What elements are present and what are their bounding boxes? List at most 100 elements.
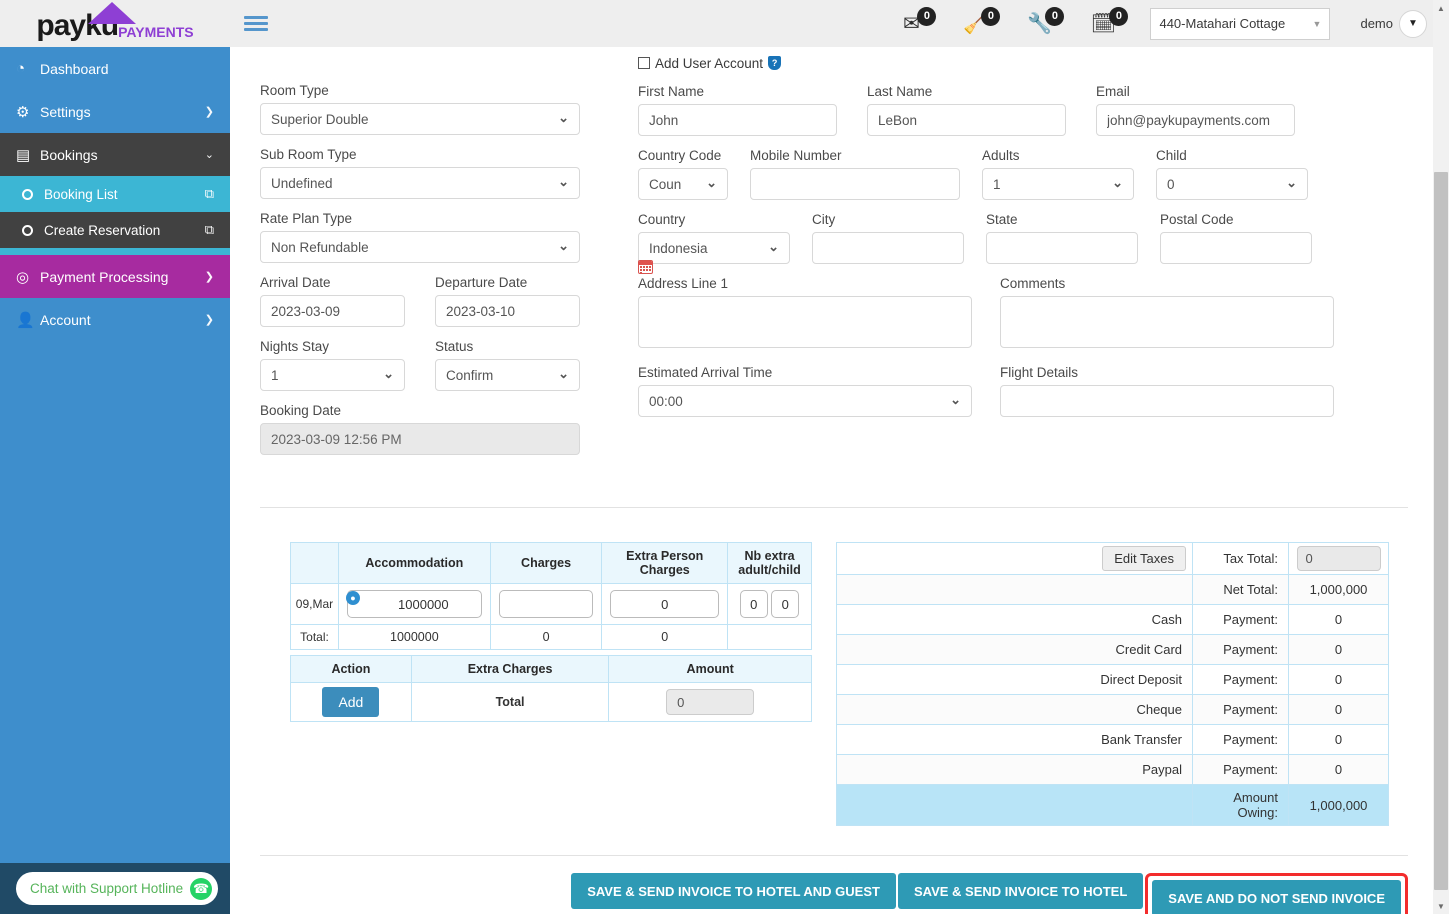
payment-value-cash: 0 [1288,604,1389,635]
calendar-icon [638,260,653,274]
sidebar-item-bookings[interactable]: ▤ Bookings ⌄ [0,133,230,176]
estimated-arrival-time-select[interactable] [638,385,972,417]
payment-label-paypal: Payment: [1192,754,1289,785]
country-code-select[interactable] [638,168,728,200]
sidebar-item-settings[interactable]: ⚙ Settings ❯ [0,90,230,133]
postal-code-label: Postal Code [1160,212,1234,227]
field-departure-date: Departure Date [435,275,580,327]
section-divider [260,507,1408,508]
field-status: Status ⌄ [435,339,580,391]
acc-col-nb-extra: Nb extra adult/child [727,542,812,584]
adults-select[interactable] [982,168,1134,200]
nb-extra-child-input[interactable] [771,590,800,618]
booking-details-column: Room Type ⌄ Sub Room Type ⌄ Rate Plan Ty… [260,47,580,467]
brand-triangle-icon [88,2,136,24]
info-icon[interactable]: ● [345,591,360,605]
save-send-invoice-hotel-and-guest-button[interactable]: SAVE & SEND INVOICE TO HOTEL AND GUEST [571,873,896,909]
field-mobile-number: Mobile Number [750,148,960,200]
field-rate-plan-type: Rate Plan Type ⌄ [260,211,580,263]
help-icon[interactable]: ? [768,56,782,70]
rate-plan-type-select[interactable] [260,231,580,263]
accommodation-table-header-row: Accommodation Charges Extra Person Charg… [290,542,812,584]
sidebar-item-dashboard[interactable]: ◔ Dashboard [0,47,230,90]
sidebar-item-account[interactable]: 👤 Account ❯ [0,298,230,341]
chat-support-button[interactable]: Chat with Support Hotline ☎ [16,872,219,905]
child-select[interactable] [1156,168,1308,200]
save-and-do-not-send-invoice-button[interactable]: SAVE AND DO NOT SEND INVOICE [1152,880,1401,914]
hamburger-icon[interactable] [244,13,268,35]
nights-stay-select[interactable] [260,359,405,391]
hotel-selector[interactable]: 440-Matahari Cottage ▼ [1150,7,1331,40]
extra-person-charges-input[interactable] [610,590,720,618]
comments-textarea[interactable] [1000,296,1334,348]
sidebar-item-payment-processing[interactable]: ◎ Payment Processing ❯ [0,255,230,298]
payment-value-direct-deposit: 0 [1288,664,1389,695]
person-icon: 👤 [16,311,35,329]
city-input[interactable] [812,232,964,264]
last-name-input[interactable] [867,104,1066,136]
field-comments: Comments [1000,276,1334,353]
accommodation-section: Accommodation Charges Extra Person Charg… [290,542,812,722]
postal-code-input[interactable] [1160,232,1312,264]
sidebar-item-booking-list[interactable]: Booking List ⧉ [0,176,230,212]
room-type-select[interactable] [260,103,580,135]
extra-amount-value: 0 [666,689,755,715]
brand-suffix: PAYMENTS [118,24,194,40]
payment-method-direct-deposit: Direct Deposit [836,664,1193,695]
first-name-input[interactable] [638,104,837,136]
acc-col-accommodation: Accommodation [337,542,491,584]
save-send-invoice-hotel-button[interactable]: SAVE & SEND INVOICE TO HOTEL [897,873,1144,909]
address-line-1-textarea[interactable] [638,296,972,348]
state-input[interactable] [986,232,1138,264]
tax-total-label: Tax Total: [1192,542,1289,575]
speedometer-icon: ◔ [16,60,26,77]
address-comments-row: Address Line 1 Comments [638,260,1353,353]
add-user-account-checkbox[interactable] [638,57,650,69]
field-arrival-date: Arrival Date [260,275,405,327]
add-extra-charge-button[interactable]: Add [322,687,380,717]
flight-details-input[interactable] [1000,385,1334,417]
housekeeping-icon[interactable]: 🧹 0 [958,6,1001,39]
accommodation-input[interactable] [346,590,482,618]
field-country: Country ⌄ [638,212,790,264]
arrival-date-input[interactable] [260,295,405,327]
status-label: Status [435,339,474,354]
field-room-type: Room Type ⌄ [260,83,580,135]
booking-date-label: Booking Date [260,403,342,418]
page-scrollbar[interactable]: ▲ ▼ [1433,0,1449,914]
calendar-icon[interactable]: 🗓 0 [1086,6,1129,39]
chevron-down-icon[interactable]: ▼ [1399,9,1427,38]
mobile-number-input[interactable] [750,168,960,200]
comments-label: Comments [1000,276,1066,291]
scrollbar-thumb[interactable] [1434,172,1448,890]
scroll-down-arrow-icon[interactable]: ▼ [1433,898,1449,914]
maintenance-icon[interactable]: 🔧 0 [1022,6,1065,39]
maintenance-badge: 0 [1045,6,1065,26]
net-total-method [836,574,1193,605]
external-link-icon: ⧉ [204,186,214,201]
scroll-up-arrow-icon[interactable]: ▲ [1433,0,1449,16]
table-row-paypal: Paypal Payment: 0 [836,754,1389,785]
edit-taxes-button[interactable]: Edit Taxes [1102,546,1186,571]
user-menu[interactable]: demo ▼ [1360,9,1427,38]
acc-row-nb-extra-cell [727,583,812,625]
payment-value-paypal: 0 [1288,754,1389,785]
add-user-account-row[interactable]: Add User Account ? [638,52,1353,74]
envelope-icon[interactable]: ✉ 0 [894,6,937,39]
adults-label: Adults [982,148,1020,163]
sidebar-item-create-reservation[interactable]: Create Reservation ⧉ [0,212,230,248]
envelope-badge: 0 [917,6,937,26]
field-first-name: First Name [638,84,837,136]
field-adults: Adults ⌄ [982,148,1134,200]
charges-input[interactable] [498,590,594,618]
departure-date-input[interactable] [435,295,580,327]
country-select[interactable] [638,232,790,264]
status-select[interactable] [435,359,580,391]
room-type-label: Room Type [260,83,329,98]
field-last-name: Last Name [867,84,1066,136]
extra-charges-table: Action Extra Charges Amount Add Total 0 [290,655,812,722]
nb-extra-adult-input[interactable] [739,590,768,618]
sub-room-type-select[interactable] [260,167,580,199]
user-name-label: demo [1360,16,1393,31]
email-input[interactable] [1096,104,1295,136]
